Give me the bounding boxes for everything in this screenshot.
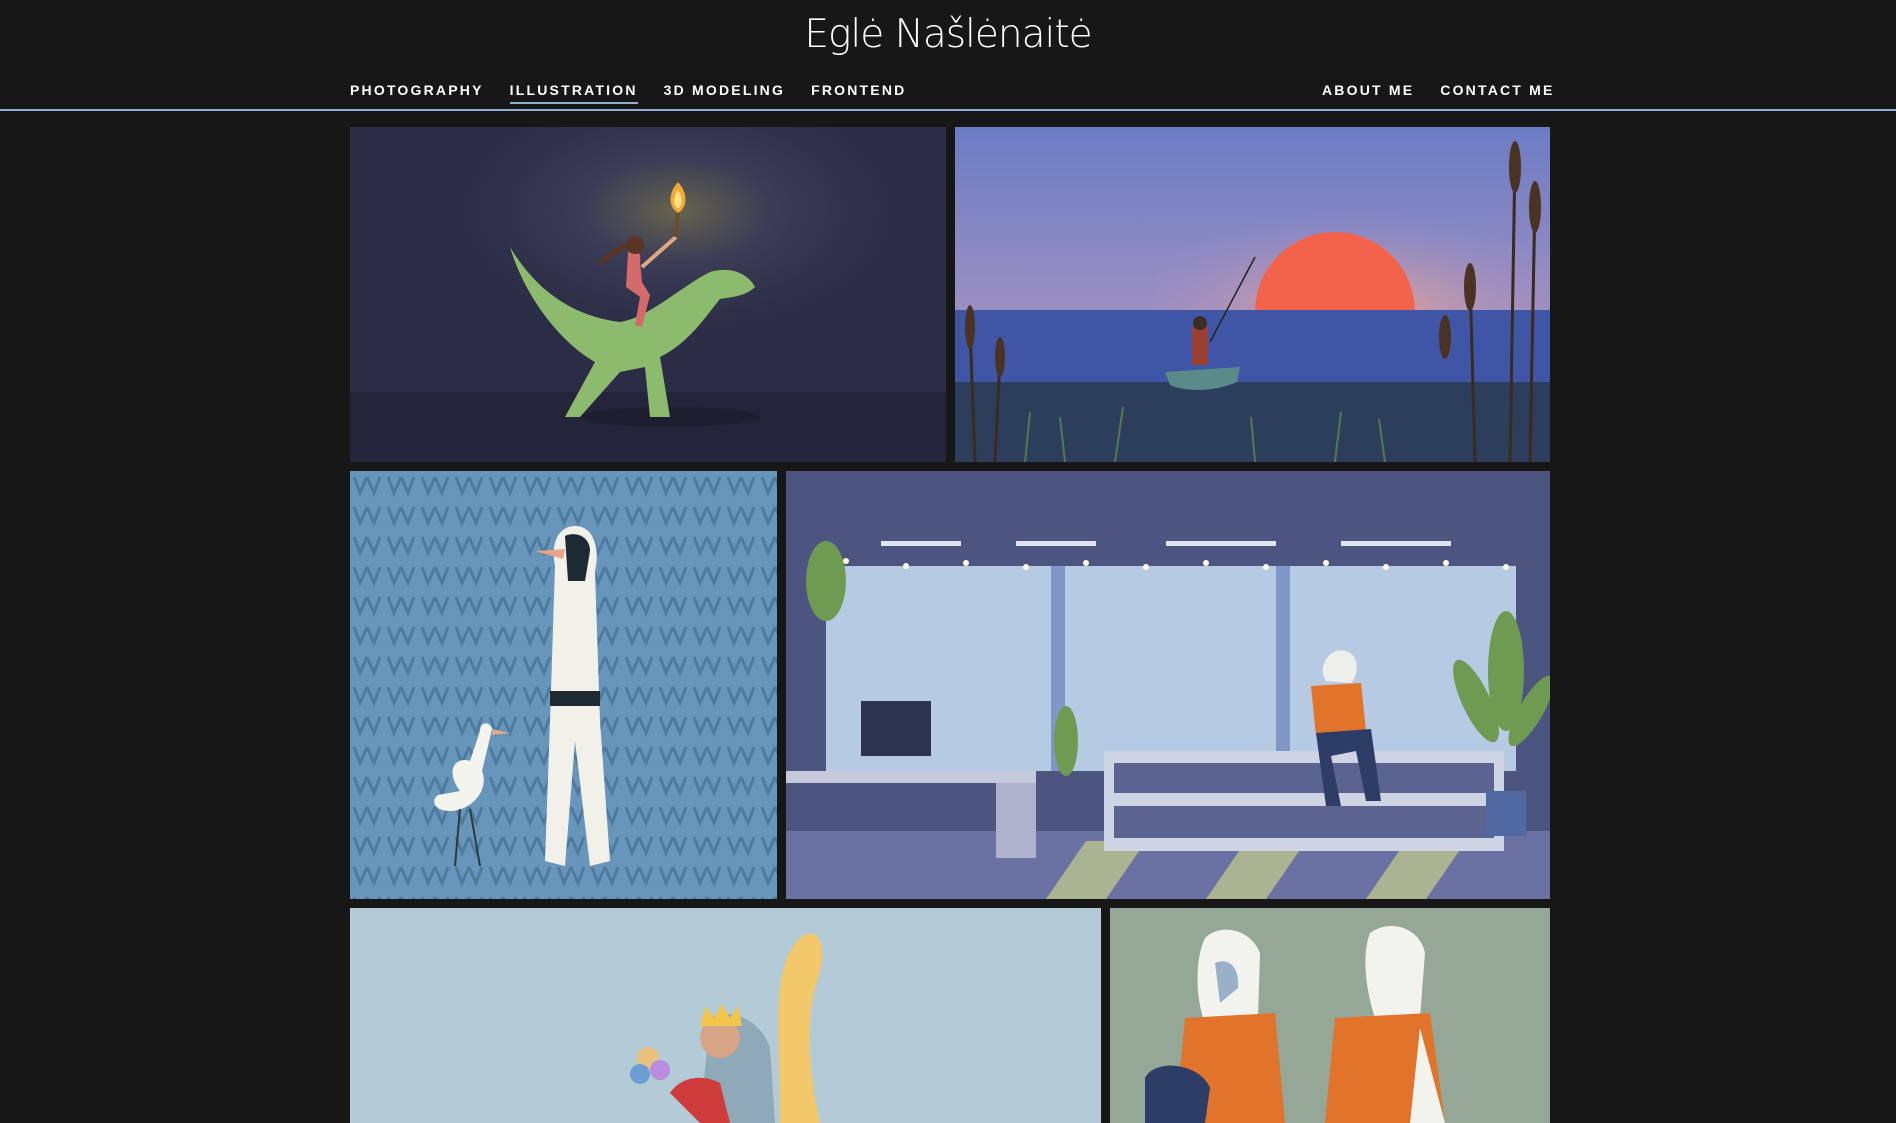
secondary-nav: ABOUT ME CONTACT ME [1322, 82, 1555, 102]
nav-frontend[interactable]: FRONTEND [811, 82, 906, 104]
plant-room-illustration [786, 471, 1550, 899]
gallery-item-crowned-boy[interactable] [350, 908, 1101, 1123]
site-title[interactable]: Eglė Našlėnaitė [0, 12, 1896, 57]
nav-3d-modeling[interactable]: 3D MODELING [664, 82, 785, 104]
dinosaur-rider-illustration [350, 127, 946, 462]
gallery-item-sunset-fishing[interactable] [955, 127, 1550, 462]
gallery-item-plant-room[interactable] [786, 471, 1550, 899]
nav-photography[interactable]: PHOTOGRAPHY [350, 82, 484, 104]
primary-nav: PHOTOGRAPHY ILLUSTRATION 3D MODELING FRO… [350, 82, 906, 104]
nav-illustration[interactable]: ILLUSTRATION [509, 82, 638, 104]
nav-contact-me[interactable]: CONTACT ME [1440, 82, 1554, 102]
sunset-fishing-illustration [955, 127, 1550, 462]
heron-figure-illustration [350, 471, 777, 899]
site-header: Eglė Našlėnaitė PHOTOGRAPHY ILLUSTRATION… [0, 0, 1896, 111]
crowned-boy-illustration [350, 908, 1101, 1123]
nav-about-me[interactable]: ABOUT ME [1322, 82, 1414, 102]
gallery-item-two-figures[interactable] [1110, 908, 1550, 1123]
two-figures-illustration [1110, 908, 1550, 1123]
gallery-item-heron-figure[interactable] [350, 471, 777, 899]
gallery-item-dinosaur-rider[interactable] [350, 127, 946, 462]
